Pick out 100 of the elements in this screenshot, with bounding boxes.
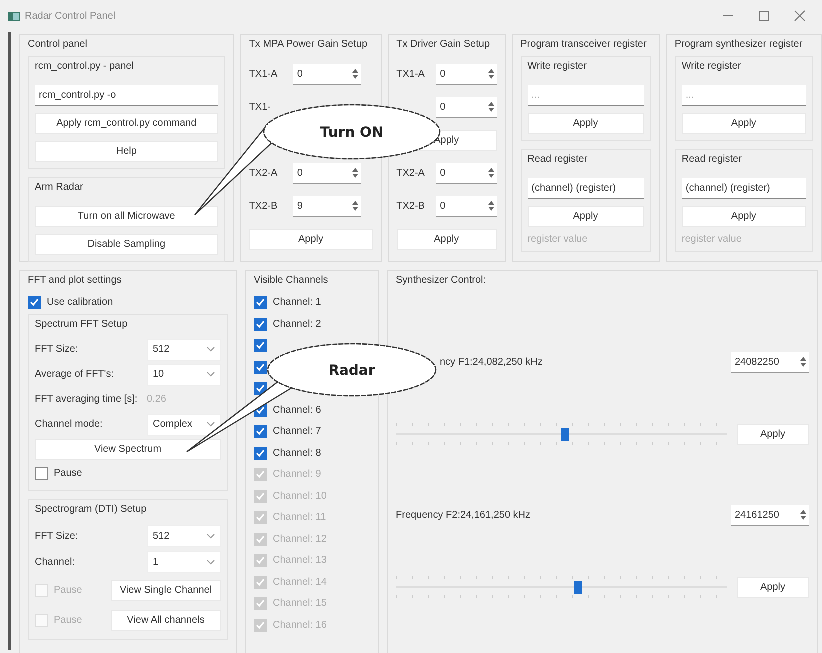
checkbox-label: Pause [54, 468, 82, 479]
spin-box[interactable]: 0 [436, 196, 497, 217]
button[interactable]: Apply [682, 113, 806, 134]
button[interactable]: Apply [682, 206, 806, 227]
checkbox-label: Channel: 15 [273, 598, 327, 610]
dropdown[interactable]: 1 [147, 551, 221, 573]
spin-label: TX1-A [249, 69, 279, 80]
checkbox-label: Channel: 11 [273, 512, 326, 524]
check-icon [256, 362, 265, 372]
checkbox-label: Channel: 7 [273, 426, 322, 438]
spin-arrows-icon [352, 167, 360, 179]
spin-value: 0 [440, 168, 446, 178]
button[interactable]: Disable Sampling [35, 234, 218, 255]
spin-value: 0 [440, 68, 446, 80]
spin-value: 24161250 [735, 510, 780, 520]
group-title: Spectrogram (DTI) Setup [35, 504, 148, 515]
group-title: Control panel [28, 39, 88, 50]
dropdown[interactable]: Complex [147, 414, 221, 436]
spin-box[interactable]: 0 [293, 163, 362, 184]
spin-box[interactable]: 0 [436, 163, 497, 184]
checkbox-label: Channel: 14 [273, 576, 327, 588]
checkbox-label: Channel: 10 [273, 490, 327, 502]
checkbox-label: Channel: 1 [273, 297, 322, 308]
button[interactable]: Help [35, 141, 218, 162]
button[interactable]: Apply rcm_control.py command [35, 113, 218, 134]
window-title: Radar Control Panel [25, 10, 117, 22]
field-label: Channel: [35, 556, 76, 568]
button[interactable]: Apply [737, 424, 809, 444]
button[interactable]: Apply [528, 206, 644, 227]
check-icon [30, 298, 39, 308]
dropdown[interactable]: 10 [147, 364, 221, 386]
check-icon [256, 406, 265, 415]
spin-arrows-icon [488, 200, 495, 212]
slider-thumb[interactable] [574, 581, 582, 594]
spin-value: 0 [297, 168, 303, 178]
chevron-down-icon [207, 422, 215, 427]
group-title: Read register [682, 154, 743, 165]
spin-box[interactable]: 0 [436, 64, 497, 85]
checkbox-label: Channel: 6 [273, 404, 322, 416]
command-field[interactable]: rcm_control.py -o [35, 85, 218, 106]
chevron-down-icon [207, 560, 215, 564]
button[interactable]: Apply [528, 113, 644, 134]
checkbox-label: Pause [54, 614, 82, 626]
frequency-label: Frequency F2:24,161,250 kHz [396, 510, 531, 521]
register-field[interactable]: (channel) (register) [682, 178, 806, 199]
button[interactable]: Turn on all Microwave [35, 206, 218, 227]
check-icon [256, 320, 265, 329]
register-value-label: register value [528, 234, 589, 245]
check-icon [256, 384, 265, 394]
checkbox[interactable] [254, 446, 267, 460]
group-title: Spectrum FFT Setup [35, 318, 129, 330]
spin-value: 9 [297, 200, 303, 212]
checkbox[interactable] [254, 425, 267, 438]
button[interactable]: View Spectrum [35, 438, 221, 460]
dropdown[interactable]: 512 [147, 338, 221, 360]
group-title: Write register [682, 61, 742, 72]
checkbox-label: Channel: 16 [273, 620, 327, 631]
spin-label: TX1-A [396, 69, 426, 80]
spin-box[interactable]: 0 [436, 97, 497, 118]
button[interactable]: View All channels [111, 610, 221, 630]
checkbox[interactable] [254, 318, 267, 331]
spin-box[interactable]: 9 [293, 196, 362, 217]
checkbox[interactable] [254, 360, 267, 374]
checkbox[interactable] [254, 296, 267, 310]
spin-label: TX2-B [249, 201, 279, 212]
spin-value: 24082250 [735, 356, 780, 368]
button[interactable]: Apply [396, 229, 497, 250]
checkbox[interactable] [254, 382, 267, 396]
checkbox[interactable] [28, 296, 41, 310]
slider-thumb[interactable] [560, 428, 569, 441]
maximize-icon[interactable] [758, 10, 770, 22]
spin-value: 0 [440, 102, 446, 112]
close-icon[interactable] [794, 10, 806, 22]
dropdown[interactable]: 512 [147, 525, 221, 547]
checkbox[interactable] [35, 466, 48, 480]
check-icon [256, 298, 265, 308]
chevron-down-icon [207, 534, 215, 538]
spin-arrows-icon [488, 167, 495, 179]
chevron-down-icon [207, 347, 215, 352]
spin-label: TX1- [249, 102, 272, 113]
spin-arrows-icon [488, 101, 495, 113]
group-title: Program synthesizer register [674, 39, 804, 50]
button[interactable]: View Single Channel [111, 580, 221, 600]
button[interactable]: Apply [249, 229, 373, 250]
check-icon [256, 448, 265, 458]
callout-text: Turn ON [320, 125, 384, 141]
spin-box[interactable]: 24161250 [731, 505, 809, 526]
register-field[interactable]: (channel) (register) [528, 178, 644, 199]
check-icon [256, 427, 265, 436]
spin-box[interactable]: 24082250 [731, 352, 809, 373]
group-title: Tx MPA Power Gain Setup [249, 39, 369, 50]
group-title: Synthesizer Control: [396, 275, 488, 286]
app-icon [8, 12, 20, 20]
spin-box[interactable]: 0 [293, 64, 362, 85]
checkbox-label: Channel: 12 [273, 534, 327, 545]
spin-value: 0 [440, 200, 446, 212]
checkbox[interactable] [254, 339, 267, 352]
field-label: FFT Size: [35, 344, 80, 355]
chevron-down-icon [207, 372, 215, 377]
button[interactable]: Apply [737, 576, 809, 598]
